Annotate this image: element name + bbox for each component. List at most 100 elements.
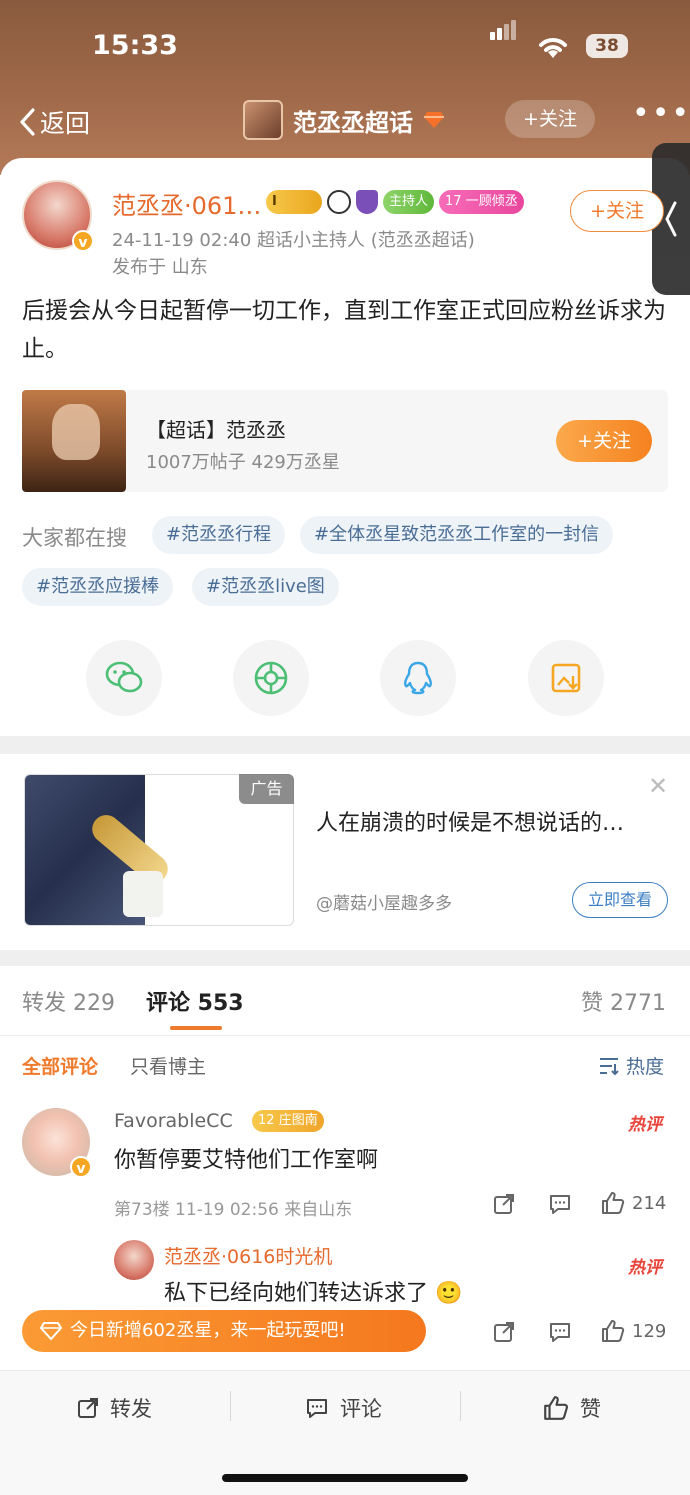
reply-reply-button[interactable]: [548, 1320, 572, 1344]
shield-badge-icon: [356, 190, 378, 214]
save-image-button[interactable]: [528, 640, 604, 716]
comment-icon: [550, 1195, 570, 1214]
divider: [460, 1391, 461, 1421]
top-nav: 返回 范丞丞超话 +关注 •••: [0, 96, 690, 148]
reply-share-button[interactable]: [492, 1320, 516, 1344]
battery-indicator: 38: [586, 34, 628, 58]
supertopic-name: 【超话】范丞丞: [146, 418, 286, 442]
section-divider: [0, 950, 690, 966]
divider: [0, 1035, 690, 1036]
reply-text-content: 私下已经向她们转达诉求了: [164, 1281, 429, 1306]
post-tabs: 转发 229 评论 553 赞 2771: [0, 985, 690, 1035]
thumbs-up-icon: [602, 1192, 625, 1214]
share-wechat-button[interactable]: [86, 640, 162, 716]
comment-meta: 第73楼 11-19 02:56 来自山东: [114, 1200, 353, 1220]
host-badge: 主持人: [383, 190, 435, 214]
tab-likes[interactable]: 赞 2771: [581, 985, 666, 1017]
supertopic-stats: 1007万帖子 429万丞星: [146, 452, 340, 473]
reply-author[interactable]: 范丞丞·0616时光机: [164, 1242, 332, 1269]
reply-text: 私下已经向她们转达诉求了 🙂: [164, 1275, 462, 1307]
reply-avatar[interactable]: [114, 1240, 154, 1280]
supertopic-poster: [22, 390, 126, 492]
qq-icon: [404, 661, 432, 695]
thumbs-up-icon: [544, 1396, 568, 1420]
comment-author[interactable]: FavorableCC: [114, 1110, 233, 1132]
diamond-icon: [40, 1322, 62, 1341]
comment-reply-button[interactable]: [548, 1192, 572, 1216]
image-download-icon: [551, 663, 581, 693]
ad-title[interactable]: 人在崩溃的时候是不想说话的…: [316, 805, 624, 837]
comment-label: 评论: [340, 1397, 382, 1421]
wifi-icon: [539, 38, 567, 58]
trending-tag[interactable]: #全体丞星致范丞丞工作室的一封信: [300, 516, 614, 554]
comment-share-button[interactable]: [492, 1192, 516, 1216]
sort-label: 热度: [626, 1056, 665, 1078]
page-title: 范丞丞超话: [293, 108, 413, 137]
moments-icon: [254, 661, 288, 695]
supertopic-title[interactable]: 范丞丞超话: [243, 100, 445, 140]
smile-emoji-icon: 🙂: [435, 1281, 463, 1306]
back-button[interactable]: 返回: [18, 104, 90, 140]
chevron-left-icon: [20, 108, 35, 136]
nav-follow-button[interactable]: +关注: [505, 100, 595, 138]
share-icon: [494, 1194, 514, 1214]
header-background: [0, 0, 690, 175]
comment-text: 你暂停要艾特他们工作室啊: [114, 1148, 379, 1173]
ad-label: 广告: [239, 774, 294, 804]
post-time-role: 24-11-19 02:40 超话小主持人 (范丞丞超话): [112, 230, 475, 251]
share-qq-button[interactable]: [380, 640, 456, 716]
like-label: 赞: [580, 1397, 601, 1421]
trending-tag[interactable]: #范丞丞live图: [192, 568, 339, 606]
share-moments-button[interactable]: [233, 640, 309, 716]
sort-icon: [600, 1057, 619, 1075]
like-count: 214: [632, 1192, 667, 1214]
trending-tag[interactable]: #范丞丞行程: [152, 516, 286, 554]
hot-comment-badge: 热评: [628, 1115, 662, 1135]
filter-all-comments[interactable]: 全部评论: [22, 1052, 98, 1079]
diamond-icon: [424, 112, 444, 128]
supertopic-card[interactable]: 【超话】范丞丞 1007万帖子 429万丞星 +关注: [22, 390, 668, 492]
verified-icon: v: [72, 230, 94, 252]
comment-icon: [550, 1323, 570, 1342]
panda-badge-icon: [327, 190, 351, 214]
fan-level: 17: [445, 194, 462, 209]
like-button[interactable]: 赞: [542, 1393, 601, 1423]
repost-button[interactable]: 转发: [76, 1393, 152, 1423]
section-divider: [0, 736, 690, 754]
chevron-left-icon: [665, 201, 677, 237]
divider: [230, 1391, 231, 1421]
trending-label: 大家都在搜: [22, 526, 127, 550]
trending-tag[interactable]: #范丞丞应援棒: [22, 568, 174, 606]
share-icon: [494, 1322, 514, 1342]
author-follow-button[interactable]: +关注: [570, 190, 664, 232]
promo-text: 今日新增602丞星，来一起玩耍吧!: [70, 1320, 346, 1341]
comment-button[interactable]: 评论: [304, 1393, 382, 1423]
like-count: 129: [632, 1320, 667, 1342]
supertopic-follow-button[interactable]: +关注: [556, 420, 652, 462]
fan-badge: 17 一顾倾丞: [439, 190, 524, 214]
sort-button[interactable]: 热度: [598, 1052, 664, 1079]
promo-banner[interactable]: 今日新增602丞星，来一起玩耍吧!: [22, 1310, 426, 1352]
filter-author-only[interactable]: 只看博主: [130, 1052, 206, 1079]
status-bar: 15:33 38: [0, 20, 690, 68]
tab-repost[interactable]: 转发 229: [22, 985, 115, 1017]
post-location: 发布于 山东: [112, 257, 208, 278]
reply-like-button[interactable]: 129: [600, 1318, 666, 1344]
author-name[interactable]: 范丞丞·061…: [112, 186, 261, 221]
supertopic-avatar: [243, 100, 283, 140]
close-icon[interactable]: ✕: [648, 772, 668, 800]
status-time: 15:33: [92, 30, 178, 61]
repost-icon: [78, 1398, 98, 1418]
repost-label: 转发: [110, 1397, 152, 1421]
fan-level: 12: [258, 1113, 275, 1128]
tab-comments[interactable]: 评论 553: [146, 985, 244, 1017]
comment-icon: [307, 1399, 327, 1418]
comment-like-button[interactable]: 214: [600, 1190, 666, 1216]
wechat-icon: [105, 661, 143, 693]
author-badges: I 主持人 17 一顾倾丞: [266, 190, 524, 214]
fan-badge-text: 一顾倾丞: [465, 194, 518, 209]
ad-view-button[interactable]: 立即查看: [572, 882, 668, 918]
more-icon[interactable]: •••: [632, 96, 690, 131]
home-indicator: [222, 1474, 468, 1482]
ad-source[interactable]: @蘑菇小屋趣多多: [316, 889, 452, 914]
